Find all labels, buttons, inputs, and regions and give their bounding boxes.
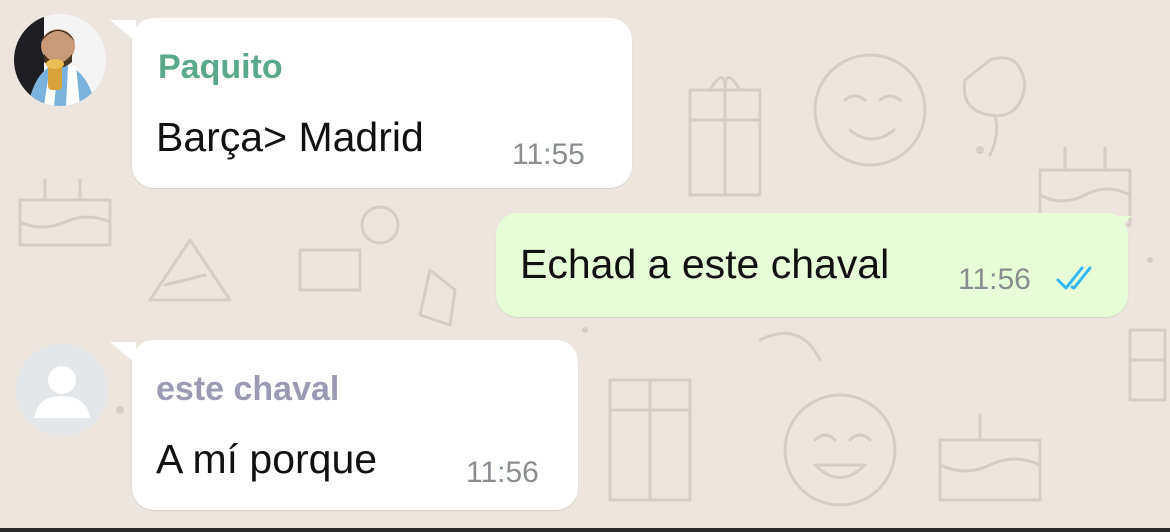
message-bubble-outgoing[interactable]: Echad a este chaval 11:56: [496, 213, 1128, 317]
message-bubble-incoming[interactable]: Paquito Barça> Madrid 11:55: [132, 18, 632, 188]
message-bubble-incoming[interactable]: este chaval A mí porque 11:56: [132, 340, 578, 510]
sender-name: Paquito: [158, 48, 283, 86]
default-user-avatar[interactable]: [16, 344, 108, 436]
message-time: 11:56: [958, 263, 1031, 296]
message-time: 11:55: [512, 138, 585, 171]
message-time: 11:56: [466, 456, 539, 489]
double-check-read-icon: [1056, 266, 1092, 290]
message-text: A mí porque: [156, 436, 378, 482]
bottom-border: [0, 528, 1170, 532]
user-photo-avatar[interactable]: [14, 14, 106, 106]
message-text: Echad a este chaval: [520, 241, 890, 287]
message-text: Barça> Madrid: [156, 114, 424, 160]
sender-name: este chaval: [156, 370, 340, 408]
